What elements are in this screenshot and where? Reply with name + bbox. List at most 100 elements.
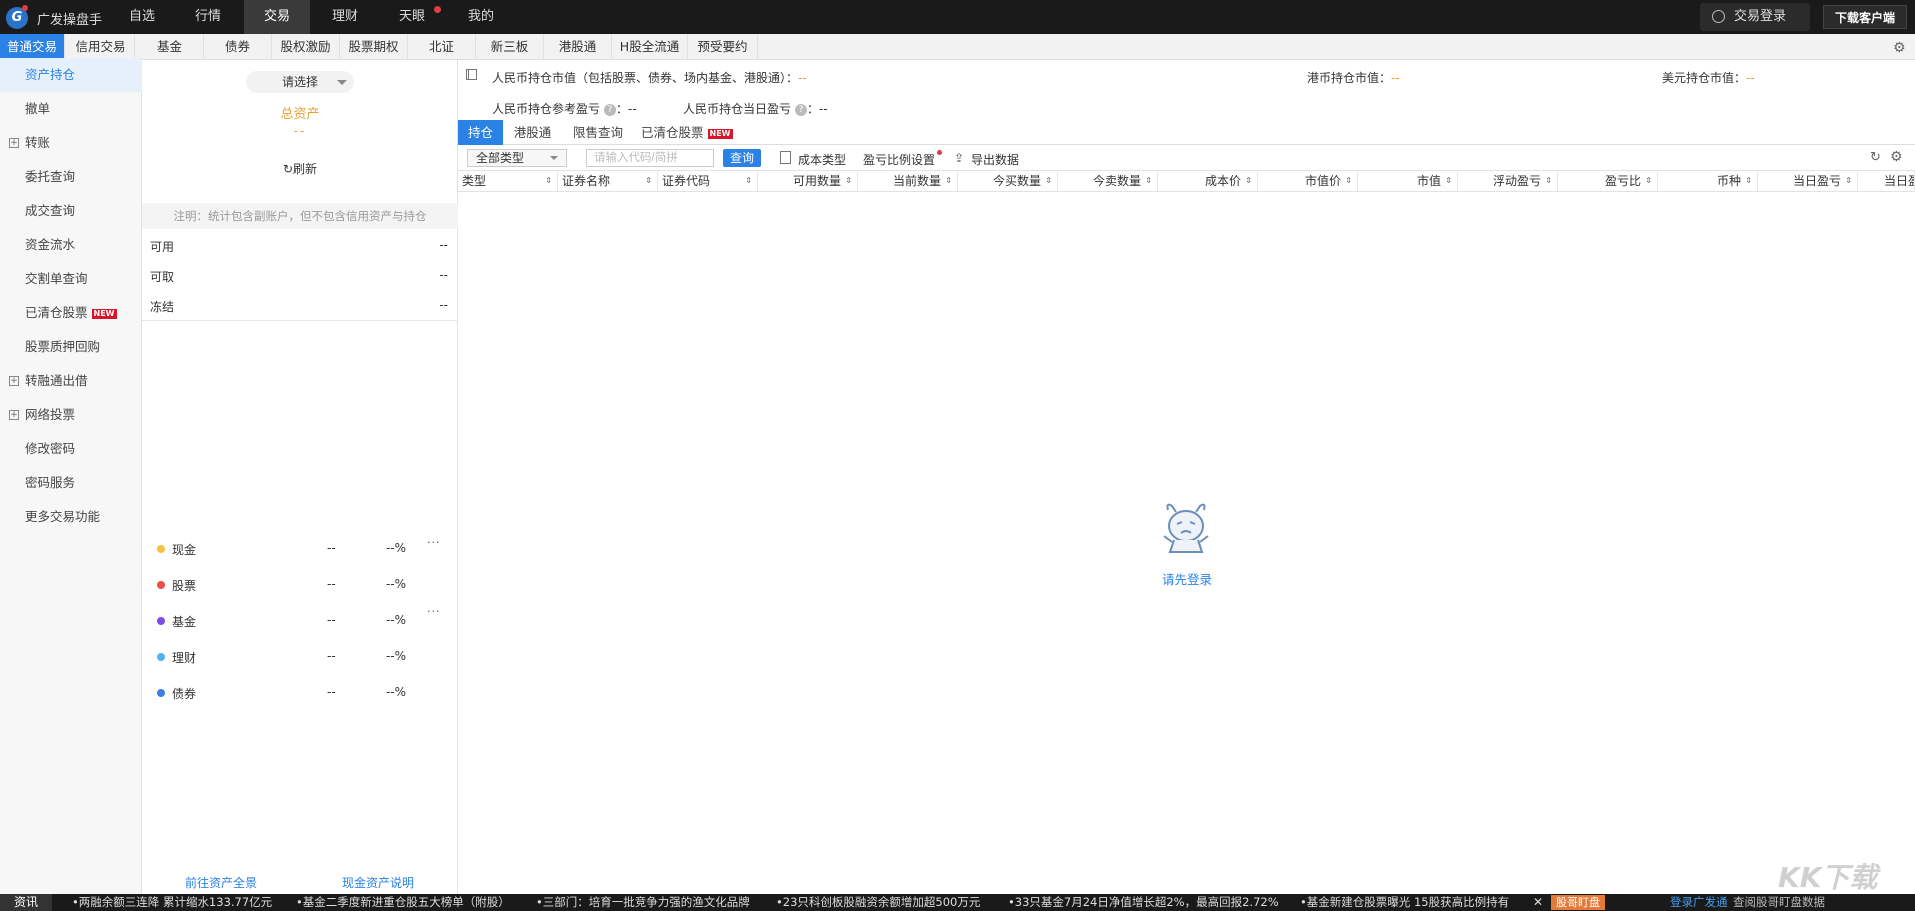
tab-holdings[interactable]: 持仓 — [458, 120, 503, 145]
tab-beijing-exchange[interactable]: 北证 — [408, 34, 476, 60]
cash-asset-explain-link[interactable]: 现金资产说明 — [342, 874, 414, 891]
help-icon[interactable]: ? — [795, 103, 808, 116]
sidebar-item-change-password[interactable]: 修改密码 — [0, 432, 142, 466]
expand-icon: + — [9, 376, 19, 386]
sidebar-item-password-service[interactable]: 密码服务 — [0, 466, 142, 500]
rmb-ref-pl-amount: -- — [628, 102, 637, 116]
column-header[interactable]: 证券代码 ⇕ — [658, 171, 758, 191]
sidebar-item-more-functions[interactable]: 更多交易功能 — [0, 500, 142, 534]
news-item[interactable]: •基金新建仓股票曝光 15股获高比例持有 — [1300, 894, 1525, 911]
column-header[interactable]: 类型 ⇕ — [458, 171, 558, 191]
sidebar-item-cleared-stocks[interactable]: 已清仓股票 NEW — [0, 296, 142, 330]
tab-equity-incentive[interactable]: 股权激励 — [272, 34, 340, 60]
tab-hk-connect-holdings[interactable]: 港股通 — [505, 120, 560, 145]
sort-icon: ⇕ — [945, 176, 952, 185]
sidebar-item-order-query[interactable]: 委托查询 — [0, 160, 142, 194]
export-data-button[interactable]: 导出数据 — [971, 151, 1019, 168]
new-badge: NEW — [707, 128, 733, 139]
nav-item-wealth[interactable]: 理财 — [318, 0, 372, 34]
mascot-empty-icon — [1163, 503, 1209, 553]
column-header[interactable]: 浮动盈亏 ⇕ — [1458, 171, 1558, 191]
sidebar-item-holdings[interactable]: 资产持仓 — [0, 58, 142, 92]
refresh-button[interactable]: ↻刷新 — [142, 160, 458, 177]
news-label: 资讯 — [0, 894, 52, 911]
sidebar-item-stock-pledge[interactable]: 股票质押回购 — [0, 330, 142, 364]
help-icon[interactable]: ? — [604, 103, 617, 116]
sidebar-item-label: 转账 — [25, 135, 51, 150]
login-prompt-link[interactable]: 请先登录 — [1130, 569, 1244, 588]
tab-tender-offer[interactable]: 预受要约 — [688, 34, 758, 60]
asset-overview-link[interactable]: 前往资产全景 — [185, 874, 257, 891]
pl-ratio-settings-button[interactable]: 盈亏比例设置 — [863, 151, 935, 168]
column-header[interactable]: 可用数量 ⇕ — [758, 171, 858, 191]
column-header[interactable]: 盈亏比 ⇕ — [1558, 171, 1658, 191]
sidebar-item-settlement-query[interactable]: 交割单查询 — [0, 262, 142, 296]
download-client-button[interactable]: 下载客户端 — [1823, 5, 1907, 29]
column-label: 当前数量 — [892, 174, 941, 188]
statistics-note: 注明：统计包含副账户，但不包含信用资产与持仓 — [142, 203, 458, 229]
tab-h-share-full-circulation[interactable]: H股全流通 — [612, 34, 688, 60]
rmb-ref-pl-label: 人民币持仓参考盈亏 — [492, 102, 601, 116]
column-header[interactable]: 当前数量 ⇕ — [858, 171, 958, 191]
sort-icon: ⇕ — [1445, 176, 1452, 185]
tab-bond[interactable]: 债券 — [204, 34, 272, 60]
nav-item-tianyan[interactable]: 天眼 — [385, 0, 439, 34]
withdrawable-label: 可取 — [150, 270, 175, 284]
sidebar-item-online-voting[interactable]: + 网络投票 — [0, 398, 142, 432]
cost-type-button[interactable]: 成本类型 — [798, 151, 846, 168]
tab-normal-trade[interactable]: 普通交易 — [0, 34, 65, 60]
nav-item-market[interactable]: 行情 — [181, 0, 235, 34]
sidebar-item-cancel-order[interactable]: 撤单 — [0, 92, 142, 126]
refresh-icon[interactable]: ↻ — [1870, 150, 1881, 165]
news-item[interactable]: •三部门：培育一批竞争力强的渔文化品牌 — [536, 894, 750, 911]
notification-dot — [22, 5, 28, 11]
sidebar-item-deal-query[interactable]: 成交查询 — [0, 194, 142, 228]
column-header[interactable]: 今买数量 ⇕ — [958, 171, 1058, 191]
column-header[interactable]: 成本价 ⇕ — [1158, 171, 1258, 191]
column-label: 市值 — [1416, 174, 1441, 188]
column-header[interactable]: 证券名称 ⇕ — [558, 171, 658, 191]
news-item[interactable]: •23只科创板股融资余额增加超500万元 — [776, 894, 980, 911]
tab-cleared-stocks[interactable]: 已清仓股票 NEW — [636, 120, 744, 145]
category-cash-label: 现金 — [172, 543, 197, 557]
nav-item-trade[interactable]: 交易 — [244, 0, 310, 34]
column-header[interactable]: 今卖数量 ⇕ — [1058, 171, 1158, 191]
close-icon[interactable]: ✕ — [1533, 894, 1543, 911]
nav-item-watchlist[interactable]: 自选 — [115, 0, 169, 34]
sidebar-item-transfer[interactable]: + 转账 — [0, 126, 142, 160]
stock-watch-button[interactable]: 股哥盯盘 — [1551, 895, 1605, 910]
tab-stock-options[interactable]: 股票期权 — [340, 34, 408, 60]
column-label: 当日盈 — [1884, 174, 1914, 188]
more-icon[interactable]: ··· — [427, 605, 441, 618]
stock-dot — [157, 581, 165, 589]
news-item[interactable]: •两融余额三连降 累计缩水133.77亿元 — [72, 894, 272, 911]
query-button[interactable]: 查询 — [723, 149, 761, 167]
sidebar-item-fund-flow[interactable]: 资金流水 — [0, 228, 142, 262]
code-search-input[interactable] — [586, 149, 714, 167]
tab-neeq[interactable]: 新三板 — [476, 34, 544, 60]
usd-market-label: 美元持仓市值： — [1662, 71, 1747, 85]
tab-hk-connect[interactable]: 港股通 — [544, 34, 612, 60]
sidebar-item-refinancing-lending[interactable]: + 转融通出借 — [0, 364, 142, 398]
column-header[interactable]: 币种 ⇕ — [1658, 171, 1758, 191]
column-header[interactable]: 当日盈 — [1858, 171, 1915, 191]
nav-item-mine[interactable]: 我的 — [454, 0, 508, 34]
news-item[interactable]: •33只基金7月24日净值增长超2%，最高回报2.72% — [1008, 894, 1279, 911]
tab-credit-trade[interactable]: 信用交易 — [67, 34, 135, 60]
gear-icon[interactable]: ⚙ — [1890, 149, 1903, 165]
gear-icon[interactable]: ⚙ — [1893, 40, 1906, 56]
column-header[interactable]: 市值价 ⇕ — [1258, 171, 1358, 191]
news-item[interactable]: •基金二季度新进重仓股五大榜单（附股） — [296, 894, 510, 911]
refresh-icon: ↻ — [282, 162, 294, 176]
column-header[interactable]: 市值 ⇕ — [1358, 171, 1458, 191]
column-header[interactable]: 当日盈亏 ⇕ — [1758, 171, 1858, 191]
gf-login-link[interactable]: 登录广发通 — [1670, 894, 1728, 911]
chevron-down-icon — [550, 156, 558, 160]
category-stock-label: 股票 — [172, 579, 197, 593]
column-label: 当日盈亏 — [1792, 174, 1841, 188]
more-icon[interactable]: ··· — [427, 536, 441, 549]
category-stock-value: -- — [327, 577, 336, 591]
tab-restricted-query[interactable]: 限售查询 — [565, 120, 631, 145]
column-label: 证券代码 — [662, 174, 711, 188]
tab-fund[interactable]: 基金 — [136, 34, 204, 60]
